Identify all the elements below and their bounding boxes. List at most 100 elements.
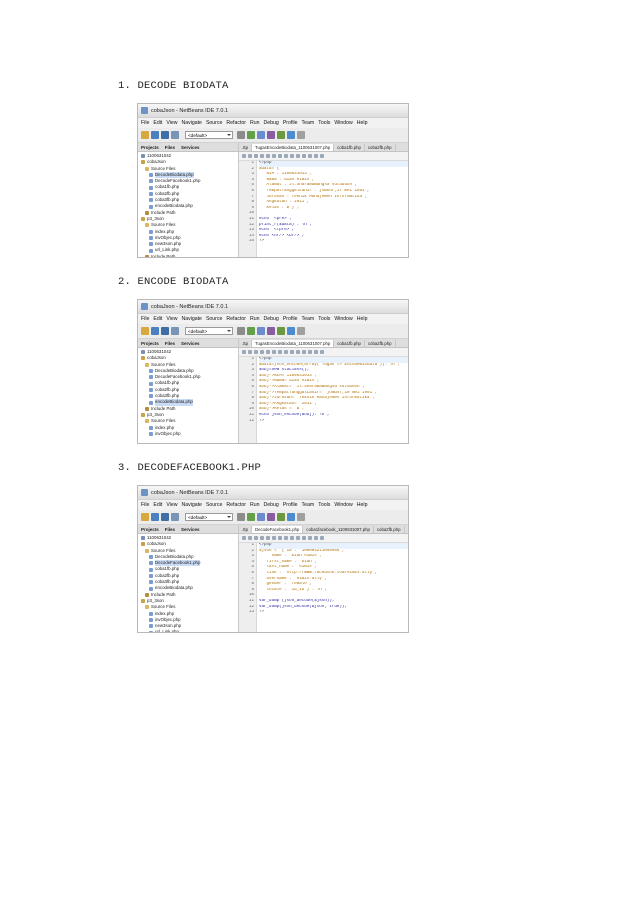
menu-item-view[interactable]: View (166, 316, 177, 322)
toolbar-icon[interactable] (237, 131, 245, 139)
menu-item-edit[interactable]: Edit (153, 120, 162, 126)
toolbar-icon[interactable] (161, 513, 169, 521)
menu-item-profile[interactable]: Profile (283, 316, 298, 322)
panel-tab-services[interactable]: Services (178, 341, 203, 346)
toolbar-icon[interactable] (141, 327, 149, 335)
editor-tool-icon[interactable] (272, 536, 276, 540)
editor-tab[interactable]: .ttp (239, 526, 252, 533)
toolbar-icon[interactable] (161, 327, 169, 335)
toolbar-icon[interactable] (247, 327, 255, 335)
editor-tool-icon[interactable] (266, 154, 270, 158)
menu-item-source[interactable]: Source (206, 120, 222, 126)
editor-tab[interactable]: coba2fb.php (365, 144, 396, 151)
toolbar-icon[interactable] (297, 327, 305, 335)
menu-item-team[interactable]: Team (302, 120, 315, 126)
editor-tool-icon[interactable] (260, 350, 264, 354)
menu-item-navigate[interactable]: Navigate (181, 316, 201, 322)
menu-item-help[interactable]: Help (357, 502, 368, 508)
editor-tab[interactable]: TugasEncodeBiodata_1100631007.php (251, 340, 335, 347)
menu-item-navigate[interactable]: Navigate (181, 502, 201, 508)
editor-tool-icon[interactable] (266, 350, 270, 354)
editor-tab[interactable]: .ttp (239, 144, 252, 151)
toolbar-icon[interactable] (171, 513, 179, 521)
panel-tab-projects[interactable]: Projects (138, 527, 162, 532)
editor-tool-icon[interactable] (284, 154, 288, 158)
config-select[interactable]: <default> (185, 513, 233, 521)
menu-item-view[interactable]: View (166, 502, 177, 508)
toolbar-icon[interactable] (267, 327, 275, 335)
toolbar-icon[interactable] (237, 513, 245, 521)
toolbar-icon[interactable] (277, 327, 285, 335)
toolbar-icon[interactable] (287, 513, 295, 521)
editor-tool-icon[interactable] (296, 536, 300, 540)
editor-tool-icon[interactable] (296, 154, 300, 158)
config-select[interactable]: <default> (185, 131, 233, 139)
toolbar-icon[interactable] (247, 513, 255, 521)
panel-tab-services[interactable]: Services (178, 527, 203, 532)
editor-tool-icon[interactable] (290, 154, 294, 158)
editor-tool-icon[interactable] (308, 536, 312, 540)
menu-item-profile[interactable]: Profile (283, 120, 298, 126)
menu-item-team[interactable]: Team (302, 316, 315, 322)
toolbar-icon[interactable] (141, 131, 149, 139)
toolbar-icon[interactable] (151, 131, 159, 139)
editor-tool-icon[interactable] (248, 350, 252, 354)
editor-tool-icon[interactable] (248, 154, 252, 158)
menu-item-view[interactable]: View (166, 120, 177, 126)
toolbar-icon[interactable] (257, 327, 265, 335)
editor-tool-icon[interactable] (296, 350, 300, 354)
toolbar-icon[interactable] (151, 327, 159, 335)
editor-tool-icon[interactable] (308, 154, 312, 158)
panel-tab-files[interactable]: Files (162, 341, 178, 346)
menu-item-source[interactable]: Source (206, 316, 222, 322)
editor-tool-icon[interactable] (254, 536, 258, 540)
editor-tool-icon[interactable] (272, 154, 276, 158)
editor-tab[interactable]: coba2fb.php (374, 526, 405, 533)
editor-tool-icon[interactable] (260, 536, 264, 540)
source-code[interactable]: <?php $data='{ "NIM":"1100631013", "Nama"… (257, 161, 408, 257)
menu-item-file[interactable]: File (141, 120, 149, 126)
toolbar-icon[interactable] (237, 327, 245, 335)
toolbar-icon[interactable] (171, 131, 179, 139)
menu-item-source[interactable]: Source (206, 502, 222, 508)
editor-tool-icon[interactable] (242, 350, 246, 354)
editor-tool-icon[interactable] (320, 154, 324, 158)
editor-tool-icon[interactable] (314, 154, 318, 158)
menu-item-refactor[interactable]: Refactor (226, 120, 246, 126)
editor-tab[interactable]: .ttp (239, 340, 252, 347)
editor-tool-icon[interactable] (302, 350, 306, 354)
editor-tool-icon[interactable] (320, 536, 324, 540)
editor-tool-icon[interactable] (272, 350, 276, 354)
editor-tool-icon[interactable] (260, 154, 264, 158)
toolbar-icon[interactable] (257, 131, 265, 139)
menu-item-window[interactable]: Window (334, 316, 352, 322)
menu-item-profile[interactable]: Profile (283, 502, 298, 508)
editor-tool-icon[interactable] (242, 154, 246, 158)
menu-item-window[interactable]: Window (334, 502, 352, 508)
menu-item-run[interactable]: Run (250, 502, 260, 508)
menu-item-edit[interactable]: Edit (153, 316, 162, 322)
panel-tab-files[interactable]: Files (162, 145, 178, 150)
toolbar-icon[interactable] (141, 513, 149, 521)
toolbar-icon[interactable] (247, 131, 255, 139)
toolbar-icon[interactable] (267, 513, 275, 521)
editor-tab[interactable]: coba2fb.php (365, 340, 396, 347)
editor-tab[interactable]: coba1facebook_1100631007.php (303, 526, 374, 533)
menu-item-tools[interactable]: Tools (318, 502, 330, 508)
editor-tool-icon[interactable] (284, 350, 288, 354)
editor-tool-icon[interactable] (248, 536, 252, 540)
editor-tab[interactable]: coba1fb.php (334, 144, 365, 151)
toolbar-icon[interactable] (297, 513, 305, 521)
menu-item-navigate[interactable]: Navigate (181, 120, 201, 126)
menu-item-debug[interactable]: Debug (264, 316, 279, 322)
toolbar-icon[interactable] (161, 131, 169, 139)
menu-item-refactor[interactable]: Refactor (226, 316, 246, 322)
editor-tool-icon[interactable] (278, 350, 282, 354)
menu-item-debug[interactable]: Debug (264, 120, 279, 126)
menu-item-help[interactable]: Help (357, 120, 368, 126)
menu-item-run[interactable]: Run (250, 120, 260, 126)
source-code[interactable]: <?php $data=json_encode(array("Tugas"=>"E… (257, 357, 408, 443)
menu-item-refactor[interactable]: Refactor (226, 502, 246, 508)
source-code[interactable]: <?php $json = '{"id": "100004211050966", … (257, 543, 408, 632)
toolbar-icon[interactable] (287, 131, 295, 139)
